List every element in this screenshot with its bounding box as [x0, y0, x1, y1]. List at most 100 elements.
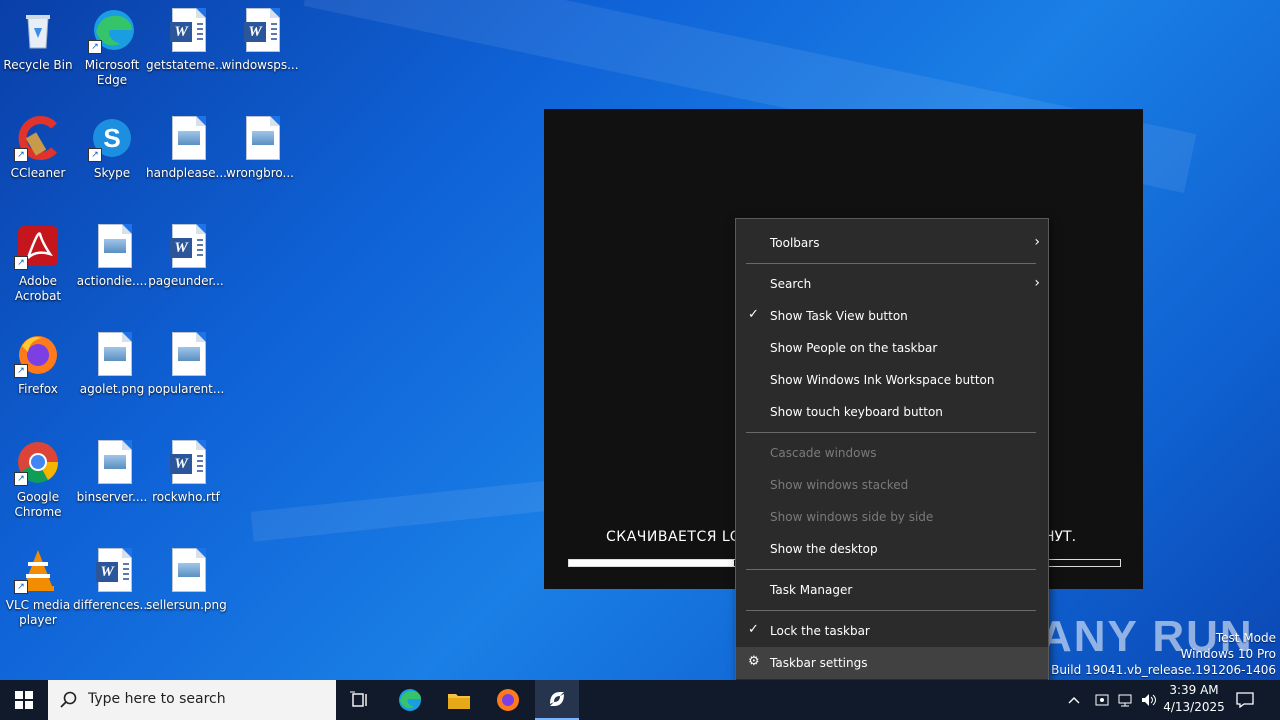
app-icon	[550, 692, 564, 706]
menu-item-search[interactable]: Search ›	[736, 268, 1048, 300]
desktop-icon-adobe-acrobat[interactable]: ↗ Adobe Acrobat	[0, 218, 76, 318]
image-file-icon	[238, 116, 282, 160]
image-file-icon	[164, 548, 208, 592]
action-center-button[interactable]	[1236, 680, 1258, 720]
word-doc-icon: W	[164, 224, 208, 268]
notification-icon	[1236, 692, 1254, 708]
desktop-icon-label: agolet.png	[79, 382, 145, 396]
menu-item-label: Cascade windows	[770, 446, 877, 460]
menu-separator	[746, 432, 1036, 433]
menu-item-taskbar-settings[interactable]: ⚙ Taskbar settings	[736, 647, 1048, 679]
svg-text:S: S	[103, 123, 120, 153]
edge-icon: ↗	[88, 8, 134, 54]
taskbar-edge-button[interactable]	[388, 680, 432, 720]
volume-icon	[1142, 694, 1156, 706]
desktop-icon-actiondie[interactable]: actiondie....	[74, 218, 150, 318]
gear-icon: ⚙	[748, 654, 760, 669]
task-view-button[interactable]	[338, 680, 382, 720]
download-status-text: СКАЧИВАЕТСЯ LO	[606, 529, 742, 545]
menu-item-lock-taskbar[interactable]: ✓ Lock the taskbar	[736, 615, 1048, 647]
menu-item-show-task-view[interactable]: ✓ Show Task View button	[736, 300, 1048, 332]
desktop-icon-ccleaner[interactable]: ↗ CCleaner	[0, 110, 76, 210]
tray-volume-button[interactable]	[1140, 680, 1160, 720]
shortcut-arrow-icon: ↗	[14, 580, 28, 594]
desktop-icon-wrongbro[interactable]: wrongbro...	[222, 110, 298, 210]
tray-app-button[interactable]	[1094, 680, 1114, 720]
desktop-icon-pageunder[interactable]: W pageunder...	[148, 218, 224, 318]
menu-item-show-touch-keyboard[interactable]: Show touch keyboard button	[736, 396, 1048, 428]
desktop-icon-label: binserver....	[76, 490, 148, 504]
menu-separator	[746, 263, 1036, 264]
shortcut-arrow-icon: ↗	[14, 256, 28, 270]
word-doc-icon: W	[238, 8, 282, 52]
menu-item-show-people[interactable]: Show People on the taskbar	[736, 332, 1048, 364]
search-placeholder: Type here to search	[88, 691, 226, 707]
firefox-icon	[497, 689, 519, 711]
taskbar-context-menu: Toolbars › Search › ✓ Show Task View but…	[735, 218, 1049, 689]
menu-item-cascade-windows: Cascade windows	[736, 437, 1048, 469]
desktop-icon-handplease[interactable]: handplease...	[146, 110, 227, 210]
menu-item-label: Taskbar settings	[770, 656, 868, 670]
recycle-bin-icon	[16, 8, 60, 52]
desktop-icon-windowsps[interactable]: W windowsps...	[221, 2, 299, 102]
desktop-icon-label: Adobe Acrobat	[14, 274, 62, 303]
tray-network-button[interactable]	[1117, 680, 1137, 720]
desktop-icon-google-chrome[interactable]: ↗ Google Chrome	[0, 434, 76, 534]
acrobat-icon: ↗	[14, 224, 60, 270]
system-info: Test Mode Windows 10 Pro Build 19041.vb_…	[1051, 630, 1276, 678]
taskbar-firefox-button[interactable]	[486, 680, 530, 720]
menu-separator	[746, 610, 1036, 611]
menu-item-label: Show Windows Ink Workspace button	[770, 373, 995, 387]
desktop-icon-label: Microsoft Edge	[84, 58, 140, 87]
desktop-icon-skype[interactable]: S ↗ Skype	[74, 110, 150, 210]
image-file-icon	[164, 332, 208, 376]
taskbar-file-explorer-button[interactable]	[437, 680, 481, 720]
windows-logo-icon	[15, 691, 33, 709]
menu-item-toolbars[interactable]: Toolbars ›	[736, 227, 1048, 259]
desktop-icon-getstateme[interactable]: W getstateme...	[146, 2, 227, 102]
desktop-icon-rockwho[interactable]: W rockwho.rtf	[148, 434, 224, 534]
desktop-icon-label: CCleaner	[10, 166, 66, 180]
build-label: Build 19041.vb_release.191206-1406	[1051, 663, 1276, 677]
chevron-right-icon: ›	[1034, 275, 1040, 291]
vlc-icon: ↗	[14, 548, 60, 594]
network-icon	[1118, 694, 1132, 707]
desktop-icon-vlc[interactable]: ↗ VLC media player	[0, 542, 76, 642]
taskbar-active-app-button[interactable]	[535, 680, 579, 720]
menu-item-label: Search	[770, 277, 812, 291]
desktop-icon-firefox[interactable]: ↗ Firefox	[0, 326, 76, 426]
desktop-icon-label: getstateme...	[146, 58, 227, 72]
start-button[interactable]	[0, 680, 48, 720]
menu-item-show-desktop[interactable]: Show the desktop	[736, 533, 1048, 565]
chrome-icon: ↗	[14, 440, 60, 486]
desktop-icon-edge[interactable]: ↗ Microsoft Edge	[74, 2, 150, 102]
taskbar-search-box[interactable]: Type here to search	[48, 680, 336, 720]
desktop-icon-label: rockwho.rtf	[152, 490, 220, 504]
desktop-icon-label: Skype	[93, 166, 131, 180]
shortcut-arrow-icon: ↗	[14, 148, 28, 162]
shortcut-arrow-icon: ↗	[88, 148, 102, 162]
desktop-icon-popularent[interactable]: popularent...	[148, 326, 224, 426]
taskbar-clock[interactable]: 3:39 AM 4/13/2025	[1160, 682, 1228, 716]
menu-item-label: Show the desktop	[770, 542, 878, 556]
checkmark-icon: ✓	[748, 307, 759, 322]
desktop-icon-label: popularent...	[147, 382, 225, 396]
clock-date: 4/13/2025	[1163, 700, 1225, 714]
word-doc-icon: W	[164, 8, 208, 52]
desktop-icon-binserver[interactable]: binserver....	[74, 434, 150, 534]
tray-chevron-button[interactable]	[1068, 680, 1088, 720]
menu-item-label: Task Manager	[770, 583, 853, 597]
desktop-icon-agolet[interactable]: agolet.png	[74, 326, 150, 426]
checkmark-icon: ✓	[748, 622, 759, 637]
menu-item-task-manager[interactable]: Task Manager	[736, 574, 1048, 606]
desktop-icon-label: differences...	[73, 598, 151, 612]
desktop-icon-label: actiondie....	[76, 274, 148, 288]
desktop-icon-differences[interactable]: W differences...	[73, 542, 151, 642]
word-doc-icon: W	[164, 440, 208, 484]
meet-now-icon	[1095, 694, 1109, 706]
desktop-icon-recycle-bin[interactable]: Recycle Bin	[0, 2, 76, 102]
desktop-icon-sellersun[interactable]: sellersun.png	[146, 542, 227, 642]
firefox-icon: ↗	[14, 332, 60, 378]
taskbar: Type here to search 3:39 AM 4/13/2025	[0, 680, 1280, 720]
menu-item-show-ink-workspace[interactable]: Show Windows Ink Workspace button	[736, 364, 1048, 396]
